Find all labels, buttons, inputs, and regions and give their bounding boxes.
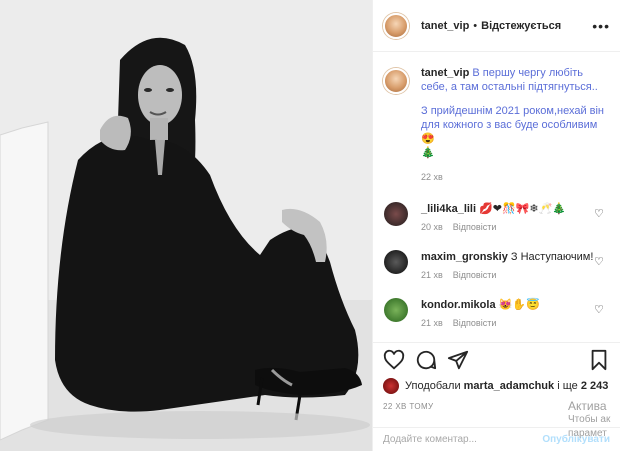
separator-dot: • [473,19,478,32]
liker-username[interactable]: marta_adamchuk [464,380,555,392]
likes-prefix: Уподобали [405,380,461,392]
comment-text: 😻✋😇 [498,299,540,311]
likes-count[interactable]: 2 243 [581,380,609,392]
caption-text-2: З прийдешнім 2021 роком,нехай він для ко… [421,104,610,146]
comment-line: maxim_gronskiy З Наступаючим! [421,250,599,264]
comment-body: maxim_gronskiy З Наступаючим! 21 хв Відпо… [421,250,599,280]
post-time-ago: 22 ХВ ТОМУ [383,402,434,411]
caption-timestamp: 22 хв [421,172,443,182]
comment-like-heart-icon[interactable]: ♡ [594,256,606,268]
post-side-panel: tanet_vip • Відстежується ••• tanet_vip … [372,0,620,451]
comment-meta: 21 хв Відповісти [421,270,599,280]
comment-meta: 21 хв Відповісти [421,318,599,328]
caption-body: tanet_vip В першу чергу любіть себе, а т… [421,66,610,184]
caption-text-2-body: З прийдешнім 2021 роком,нехай він для ко… [421,105,605,131]
reply-link[interactable]: Відповісти [453,318,497,328]
comment-text: 💋❤🎊🎀❄🥂🎄 [479,203,567,215]
caption-username[interactable]: tanet_vip [421,67,469,79]
comment-time: 21 хв [421,318,443,328]
comment-item: _lili4ka_lili 💋❤🎊🎀❄🥂🎄 20 хв Відповісти ♡ [383,202,610,232]
photo-illustration [0,0,372,451]
watermark-line-1: Актива [568,399,607,413]
add-comment-input[interactable] [383,434,543,445]
comment-avatar[interactable] [384,250,408,274]
author-username[interactable]: tanet_vip [421,20,469,32]
comment-like-heart-icon[interactable]: ♡ [594,208,606,220]
windows-activation-watermark: Актива Чтобы ак парамет [568,399,620,441]
comment-text: З Наступаючим! [510,251,594,263]
comment-body: kondor.mikola 😻✋😇 21 хв Відповісти [421,298,599,328]
bookmark-icon[interactable] [588,349,610,371]
heart-icon[interactable] [383,349,405,371]
likes-middle: і ще [557,380,578,392]
comment-meta: 20 хв Відповісти [421,222,599,232]
comment-username[interactable]: kondor.mikola [421,299,496,311]
smiling-heart-eyes-emoji: 😍 [421,133,435,145]
comment-item: kondor.mikola 😻✋😇 21 хв Відповісти ♡ [383,298,610,328]
follow-status-button[interactable]: Відстежується [481,20,561,32]
comment-icon[interactable] [415,349,437,371]
likes-summary: Уподобали marta_adamchuk і ще 2 243 [383,376,610,396]
reply-link[interactable]: Відповісти [453,222,497,232]
liker-avatar[interactable] [383,378,399,394]
post-caption: tanet_vip В першу чергу любіть себе, а т… [383,66,610,184]
caption-avatar[interactable] [383,68,409,94]
comment-line: kondor.mikola 😻✋😇 [421,298,599,312]
comment-item: maxim_gronskiy З Наступаючим! 21 хв Відпо… [383,250,610,280]
comment-avatar[interactable] [384,298,408,322]
christmas-tree-emoji: 🎄 [421,147,435,159]
post-photo[interactable] [0,0,372,451]
comment-username[interactable]: maxim_gronskiy [421,251,508,263]
watermark-line-2: Чтобы ак [568,414,611,425]
post-actions-bar [373,342,620,376]
author-avatar[interactable] [383,12,409,39]
reply-link[interactable]: Відповісти [453,270,497,280]
comment-like-heart-icon[interactable]: ♡ [594,304,606,316]
post-header: tanet_vip • Відстежується ••• [373,0,620,52]
comments-section: tanet_vip В першу чергу любіть себе, а т… [373,52,620,342]
paper-plane-icon[interactable] [447,349,469,371]
comment-line: _lili4ka_lili 💋❤🎊🎀❄🥂🎄 [421,202,599,216]
comment-time: 21 хв [421,270,443,280]
comment-avatar[interactable] [384,202,408,226]
comment-username[interactable]: _lili4ka_lili [421,203,476,215]
more-horizontal-icon[interactable]: ••• [592,18,610,34]
comment-time: 20 хв [421,222,443,232]
watermark-line-3: парамет [568,428,607,439]
comment-body: _lili4ka_lili 💋❤🎊🎀❄🥂🎄 20 хв Відповісти [421,202,599,232]
